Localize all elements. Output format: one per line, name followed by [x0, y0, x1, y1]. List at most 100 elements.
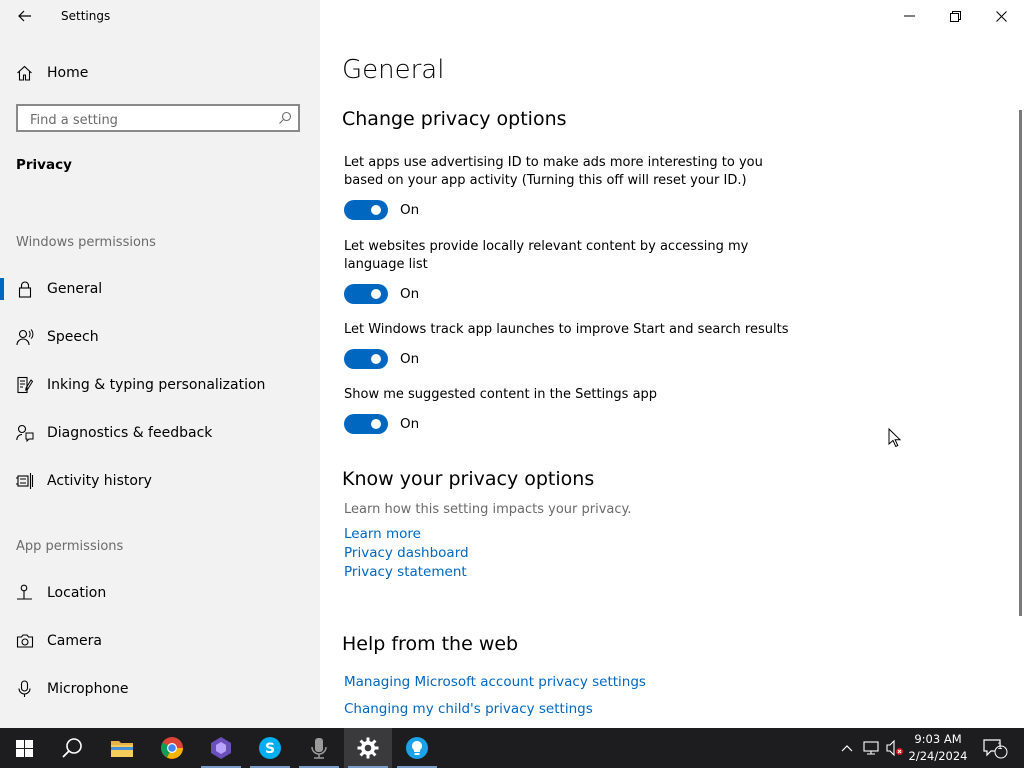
help-from-web-heading: Help from the web [342, 633, 519, 655]
close-button[interactable] [978, 4, 1024, 28]
volume-button[interactable] [884, 728, 906, 768]
chrome-button[interactable] [148, 728, 196, 768]
privacy-dashboard-link[interactable]: Privacy dashboard [344, 545, 469, 561]
toggle-knob [371, 205, 381, 215]
gear-icon [357, 737, 379, 759]
change-privacy-heading: Change privacy options [342, 108, 567, 130]
page-title: General [342, 55, 445, 85]
sidebar-item-speech[interactable]: Speech [0, 321, 320, 353]
sidebar-item-general[interactable]: General [0, 273, 320, 305]
chrome-icon [161, 737, 183, 759]
sidebar-item-label: Inking & typing personalization [47, 377, 266, 393]
skype-button[interactable]: S [246, 728, 294, 768]
sidebar-item-label: Activity history [47, 473, 152, 489]
activity-history-icon [16, 473, 34, 489]
child-privacy-link[interactable]: Changing my child's privacy settings [344, 701, 593, 717]
visual-studio-button[interactable] [197, 728, 245, 768]
volume-muted-icon [886, 740, 903, 756]
sidebar: Settings Home Privacy Windows permission… [0, 0, 320, 728]
chevron-up-icon [841, 745, 853, 752]
toggle-state-label: On [400, 286, 420, 302]
sidebar-item-diagnostics[interactable]: Diagnostics & feedback [0, 417, 320, 449]
sidebar-item-label: Home [47, 65, 89, 81]
taskbar: S 9:03 AM 2/24/2024 1 [0, 728, 1024, 768]
network-button[interactable] [860, 728, 882, 768]
sidebar-item-camera[interactable]: Camera [0, 625, 320, 657]
toggle-knob [371, 419, 381, 429]
action-center-button[interactable]: 1 [978, 728, 1012, 768]
section-title: Privacy [16, 157, 72, 173]
sidebar-item-activity-history[interactable]: Activity history [0, 465, 320, 497]
toggle-state-label: On [400, 351, 420, 367]
learn-more-link[interactable]: Learn more [344, 526, 421, 542]
know-privacy-description: Learn how this setting impacts your priv… [344, 502, 632, 517]
app-launch-tracking-toggle[interactable] [344, 349, 388, 369]
taskbar-clock[interactable]: 9:03 AM 2/24/2024 [906, 731, 970, 765]
setting-description: Show me suggested content in the Setting… [344, 387, 658, 402]
sidebar-item-label: Camera [47, 633, 102, 649]
toggle-state-label: On [400, 416, 420, 432]
sidebar-item-home[interactable]: Home [16, 62, 88, 84]
show-hidden-icons-button[interactable] [836, 728, 858, 768]
sidebar-item-microphone[interactable]: Microphone [0, 673, 320, 705]
search-icon [62, 738, 82, 758]
voice-recorder-button[interactable] [295, 728, 343, 768]
tips-button[interactable] [393, 728, 441, 768]
toggle-knob [371, 289, 381, 299]
restore-button[interactable] [932, 4, 978, 28]
notification-count: 1 [997, 742, 1003, 752]
toggle-knob [371, 354, 381, 364]
network-icon [863, 741, 879, 755]
back-button[interactable] [12, 4, 38, 28]
search-icon[interactable] [278, 111, 292, 125]
app-title: Settings [61, 9, 111, 23]
sidebar-item-location[interactable]: Location [0, 577, 320, 609]
clock-time: 9:03 AM [914, 732, 962, 746]
lightbulb-icon [406, 737, 428, 759]
scrollbar[interactable] [1019, 110, 1022, 616]
main-content: General Change privacy options Let apps … [320, 0, 1024, 728]
privacy-statement-link[interactable]: Privacy statement [344, 564, 467, 580]
visual-studio-icon [211, 737, 231, 759]
sidebar-item-label: Location [47, 585, 107, 601]
sidebar-item-label: Speech [47, 329, 99, 345]
mouse-cursor-icon [888, 428, 902, 448]
diagnostics-icon [16, 424, 34, 442]
back-arrow-icon [18, 10, 31, 22]
camera-icon [16, 634, 34, 648]
sidebar-item-label: General [47, 281, 103, 297]
windows-logo-icon [15, 739, 33, 757]
minimize-icon [903, 15, 915, 17]
language-list-toggle[interactable] [344, 284, 388, 304]
minimize-button[interactable] [886, 4, 932, 28]
lock-icon [18, 281, 32, 298]
svg-text:S: S [265, 741, 275, 757]
microsoft-account-privacy-link[interactable]: Managing Microsoft account privacy setti… [344, 674, 646, 690]
know-privacy-heading: Know your privacy options [342, 468, 595, 490]
app-permissions-label: App permissions [16, 539, 124, 554]
close-icon [995, 10, 1007, 22]
sidebar-item-inking[interactable]: Inking & typing personalization [0, 369, 320, 401]
suggested-content-toggle[interactable] [344, 414, 388, 434]
toggle-state-label: On [400, 202, 420, 218]
search-input[interactable] [28, 110, 272, 130]
setting-description: Let websites provide locally relevant co… [344, 239, 749, 272]
location-icon [17, 584, 32, 600]
clock-date: 2/24/2024 [908, 749, 968, 763]
start-button[interactable] [0, 728, 48, 768]
file-explorer-button[interactable] [98, 728, 146, 768]
microphone-icon [18, 680, 31, 697]
setting-description: Let apps use advertising ID to make ads … [344, 155, 763, 188]
settings-taskbar-button[interactable] [344, 728, 392, 768]
speech-icon [16, 329, 34, 346]
skype-icon: S [259, 737, 281, 759]
home-icon [17, 65, 32, 81]
advertising-id-toggle[interactable] [344, 200, 388, 220]
windows-permissions-label: Windows permissions [16, 235, 156, 250]
sidebar-item-label: Microphone [47, 681, 129, 697]
setting-description: Let Windows track app launches to improv… [344, 322, 789, 337]
search-box[interactable] [16, 104, 300, 132]
microphone-app-icon [311, 738, 327, 759]
search-taskbar-button[interactable] [48, 728, 96, 768]
sidebar-item-label: Diagnostics & feedback [47, 425, 213, 441]
